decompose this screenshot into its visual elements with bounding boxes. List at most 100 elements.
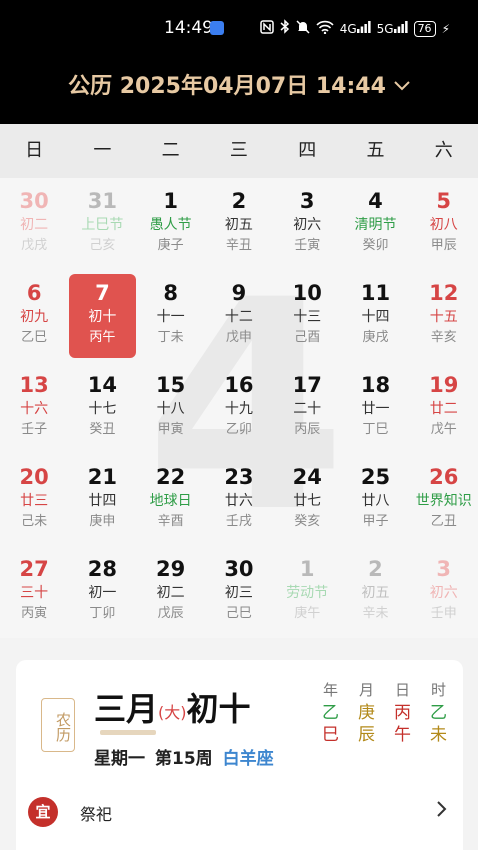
yi-badge: 宜 [28, 797, 58, 827]
ganzhi-table: 年乙巳月庚辰日丙午时乙未 [319, 678, 450, 746]
calendar-day-cell[interactable]: 12 十五 辛亥 [410, 270, 478, 362]
calendar-day-cell[interactable]: 10 十三 己酉 [273, 270, 341, 362]
weekday-text: 星期一 [94, 749, 145, 769]
calendar-day-cell[interactable]: 4 清明节 癸卯 [341, 178, 409, 270]
day-number: 27 [19, 557, 49, 581]
calendar-day-cell[interactable]: 28 初一 丁卯 [68, 546, 136, 638]
calendar-day-cell[interactable]: 18 廿一 丁巳 [341, 362, 409, 454]
day-number: 3 [436, 557, 452, 581]
lunar-month: 三月 [94, 690, 159, 728]
ganzhi-stem: 庚 [358, 703, 375, 723]
calendar-day-cell[interactable]: 17 二十 丙辰 [273, 362, 341, 454]
calendar-day-cell[interactable]: 2 初五 辛丑 [205, 178, 273, 270]
lunar-label: 初二 [20, 217, 49, 233]
calendar-day-cell[interactable]: 27 三十丙寅 [0, 546, 68, 638]
day-number: 29 [156, 557, 186, 581]
lunar-label: 世界知识 [415, 493, 472, 509]
calendar-day-cell[interactable]: 25 廿八 甲子 [341, 454, 409, 546]
calendar-day-cell[interactable]: 16 十九 乙卯 [205, 362, 273, 454]
calendar-day-cell[interactable]: 30 初三己巳 [205, 546, 273, 638]
weekday-label: 五 [366, 140, 385, 161]
day-number: 18 [360, 373, 391, 397]
ganzhi-label: 乙丑 [430, 514, 457, 529]
calendar-day-cell[interactable]: 3 初六 壬申 [410, 546, 478, 638]
month-size: (大) [158, 703, 187, 722]
bluetooth-icon [280, 19, 290, 38]
ganzhi-label: 甲辰 [430, 238, 457, 253]
ganzhi-label: 乙卯 [225, 422, 252, 437]
zodiac-sign: 白羊座 [222, 749, 274, 769]
lunar-label: 二十 [293, 401, 322, 417]
ganzhi-label: 壬戌 [225, 514, 252, 529]
ganzhi-label: 己酉 [294, 330, 321, 345]
calendar-day-cell[interactable]: 21 廿四 庚申 [68, 454, 136, 546]
calendar-day-cell[interactable]: 30 初二 戊戌 [0, 178, 68, 270]
calendar-day-cell[interactable]: 3 初六 壬寅 [273, 178, 341, 270]
day-number: 8 [163, 281, 178, 305]
ganzhi-label: 己亥 [89, 238, 116, 253]
calendar-day-cell[interactable]: 31 上巳节 己亥 [68, 178, 136, 270]
calendar-day-cell[interactable]: 6 初九 乙巳 [0, 270, 68, 362]
day-number: 31 [87, 189, 118, 213]
day-number: 23 [224, 465, 254, 489]
weekday-label: 三 [229, 140, 248, 161]
ganzhi-label: 辛未 [362, 606, 389, 621]
lunar-label: 廿三 [20, 493, 49, 509]
calendar-day-cell[interactable]: 7 初十 丙午 [68, 270, 137, 362]
calendar-day-cell[interactable]: 26 世界知识 乙丑 [410, 454, 478, 546]
calendar-day-cell[interactable]: 9 十二 戊申 [205, 270, 273, 362]
calendar-day-cell[interactable]: 20 廿三 己未 [0, 454, 68, 546]
lunar-label: 三十 [20, 585, 49, 601]
ganzhi-label: 丙寅 [21, 606, 48, 621]
calendar-day-cell[interactable]: 8 十一 丁未 [137, 270, 205, 362]
lunar-label: 初三 [224, 585, 253, 601]
ganzhi-stem: 丙 [394, 703, 411, 723]
day-number: 14 [87, 373, 118, 397]
calendar-day-cell[interactable]: 23 廿六 壬戌 [205, 454, 273, 546]
day-number: 13 [19, 373, 49, 397]
calendar-day-cell[interactable]: 1 愚人节 庚子 [137, 178, 205, 270]
lunar-label: 初一 [88, 585, 117, 601]
ganzhi-stem: 乙 [322, 703, 339, 723]
day-number: 19 [429, 373, 459, 397]
day-number: 4 [368, 189, 383, 213]
nfc-icon [259, 19, 274, 38]
lunar-label: 廿二 [429, 401, 458, 417]
ganzhi-label: 庚戌 [362, 330, 389, 345]
yi-row[interactable]: 宜 祭祀 [28, 797, 458, 831]
status-bar: 14:49 4G 5G 76 ⚡ [0, 0, 478, 56]
day-number: 30 [224, 557, 254, 581]
top-header: 14:49 4G 5G 76 ⚡ 公历 2025年04月07日 14:44 [0, 0, 478, 124]
calendar-day-cell[interactable]: 13 十六 壬子 [0, 362, 68, 454]
calendar-day-cell[interactable]: 22 地球日 辛酉 [137, 454, 205, 546]
day-number: 5 [436, 189, 452, 213]
lunar-label: 十三 [293, 309, 322, 325]
chevron-down-icon [394, 76, 410, 95]
ganzhi-label: 己巳 [225, 606, 252, 621]
calendar-day-cell[interactable]: 5 初八 甲辰 [410, 178, 478, 270]
lunar-label: 清明节 [354, 217, 397, 233]
day-number: 28 [87, 557, 118, 581]
calendar-day-cell[interactable]: 19 廿二 戊午 [410, 362, 478, 454]
signal-5g-icon: 5G [377, 20, 408, 37]
calendar-day-cell[interactable]: 29 初二 戊辰 [137, 546, 205, 638]
lunar-label: 十九 [224, 401, 253, 417]
calendar-day-cell[interactable]: 1 劳动节 庚午 [273, 546, 341, 638]
day-number: 20 [19, 465, 49, 489]
calendar-day-cell[interactable]: 24 廿七 癸亥 [273, 454, 341, 546]
ganzhi-label: 庚申 [89, 514, 116, 529]
lunar-label: 初九 [20, 309, 49, 325]
calendar-day-cell[interactable]: 15 十八 甲寅 [137, 362, 205, 454]
week-info: 星期一 第15周 白羊座 [94, 744, 274, 769]
calendar-day-cell[interactable]: 2 初五 辛未 [341, 546, 409, 638]
day-number: 11 [360, 281, 391, 305]
calendar-day-cell[interactable]: 11 十四 庚戌 [341, 270, 409, 362]
signal-4g-icon: 4G [340, 20, 371, 37]
date-selector[interactable]: 公历 2025年04月07日 14:44 [0, 68, 478, 100]
status-time: 14:49 [164, 18, 213, 38]
day-number: 9 [231, 281, 247, 305]
calendar-day-cell[interactable]: 14 十七 癸丑 [68, 362, 136, 454]
day-number: 25 [360, 465, 391, 489]
lunar-label: 十八 [156, 401, 185, 417]
ganzhi-label: 丙午 [89, 330, 116, 345]
